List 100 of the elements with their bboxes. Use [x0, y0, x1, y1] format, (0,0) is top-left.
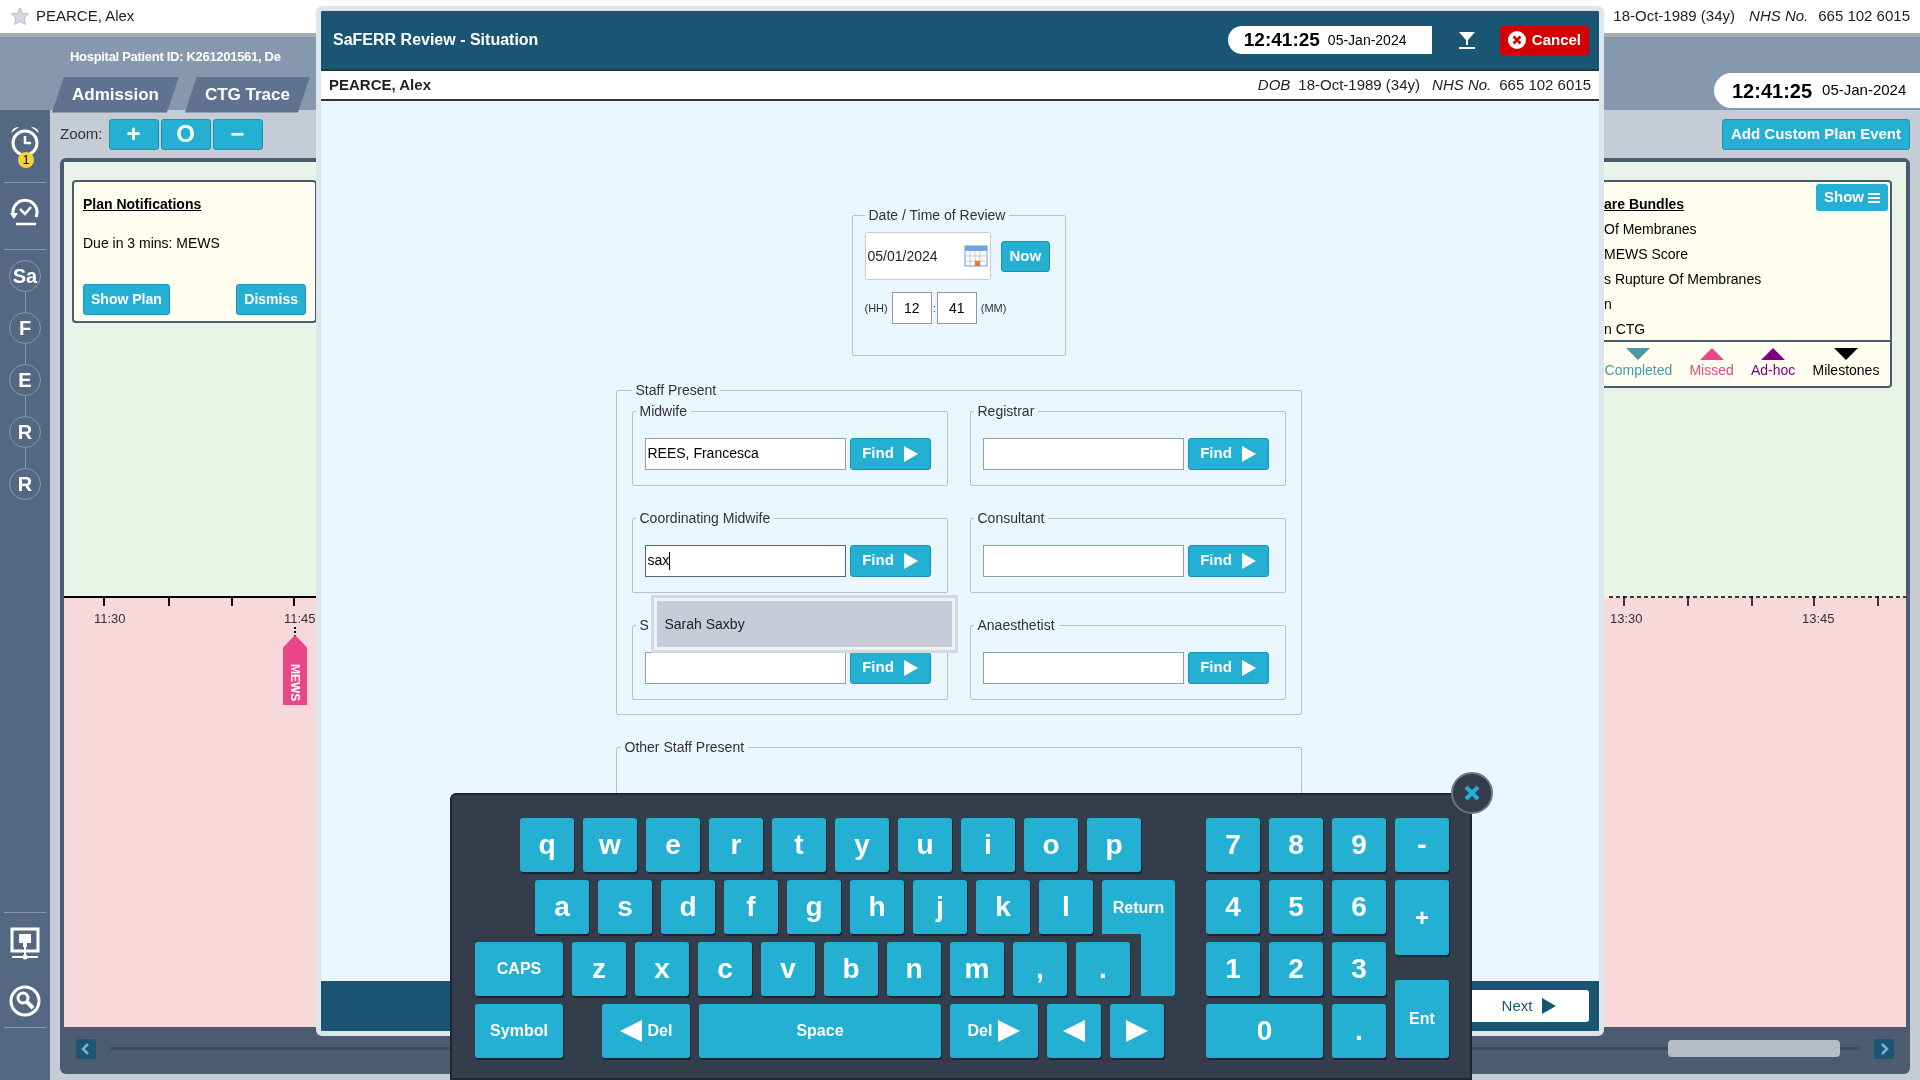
- calendar-icon[interactable]: [963, 245, 988, 267]
- key[interactable]: d: [661, 880, 715, 934]
- key[interactable]: b: [824, 942, 878, 996]
- key[interactable]: 7: [1206, 818, 1260, 872]
- care-bundle-item[interactable]: MEWS Score: [1604, 244, 1890, 265]
- key[interactable]: y: [835, 818, 889, 872]
- show-button[interactable]: Show: [1816, 184, 1888, 211]
- care-bundle-item[interactable]: s Rupture Of Membranes: [1604, 269, 1890, 290]
- key[interactable]: k: [976, 880, 1030, 934]
- key[interactable]: [1047, 1004, 1101, 1058]
- find-button[interactable]: Find: [1187, 544, 1269, 577]
- key[interactable]: h: [850, 880, 904, 934]
- section-node[interactable]: E: [9, 364, 41, 396]
- find-button[interactable]: Find: [1187, 437, 1269, 470]
- find-button[interactable]: Find: [849, 544, 931, 577]
- key[interactable]: 3: [1332, 942, 1386, 996]
- section-node[interactable]: F: [9, 312, 41, 344]
- key[interactable]: Del: [602, 1004, 690, 1058]
- section-node[interactable]: R: [9, 416, 41, 448]
- scroll-thumb[interactable]: [1668, 1040, 1840, 1057]
- key[interactable]: j: [913, 880, 967, 934]
- key[interactable]: m: [950, 942, 1004, 996]
- key[interactable]: v: [761, 942, 815, 996]
- key[interactable]: s: [598, 880, 652, 934]
- key[interactable]: .: [1076, 942, 1130, 996]
- name-field[interactable]: REES, Francesca: [644, 437, 846, 470]
- tab[interactable]: CTG Trace: [184, 76, 310, 113]
- key[interactable]: x: [635, 942, 689, 996]
- next-button[interactable]: Next: [1469, 990, 1589, 1022]
- section-node[interactable]: Sa: [9, 260, 41, 292]
- cancel-button[interactable]: Cancel: [1499, 25, 1589, 55]
- key[interactable]: 8: [1269, 818, 1323, 872]
- key[interactable]: z: [572, 942, 626, 996]
- key[interactable]: Symbol: [475, 1004, 563, 1058]
- key[interactable]: r: [709, 818, 763, 872]
- key[interactable]: 2: [1269, 942, 1323, 996]
- section-node[interactable]: R: [9, 468, 41, 500]
- find-button[interactable]: Find: [1187, 651, 1269, 684]
- tick-label: 11:45: [284, 610, 316, 628]
- name-field[interactable]: sax: [644, 544, 846, 577]
- care-bundle-item[interactable]: n: [1604, 294, 1890, 315]
- key[interactable]: n: [887, 942, 941, 996]
- key[interactable]: o: [1024, 818, 1078, 872]
- key[interactable]: Space: [699, 1004, 941, 1058]
- key[interactable]: 6: [1332, 880, 1386, 934]
- key[interactable]: 5: [1269, 880, 1323, 934]
- event-tag[interactable]: MEWS: [283, 635, 307, 705]
- key[interactable]: w: [583, 818, 637, 872]
- name-field[interactable]: [982, 651, 1184, 684]
- network-icon[interactable]: [10, 927, 40, 961]
- key[interactable]: g: [787, 880, 841, 934]
- zoom-button[interactable]: O: [160, 118, 211, 150]
- tab[interactable]: Admission: [52, 76, 179, 113]
- hour-field[interactable]: 12: [891, 292, 932, 324]
- legend-label: Missed: [1689, 360, 1734, 380]
- name-field[interactable]: [644, 651, 846, 684]
- key[interactable]: 1: [1206, 942, 1260, 996]
- key[interactable]: t: [772, 818, 826, 872]
- key[interactable]: .: [1332, 1004, 1386, 1058]
- key[interactable]: 0: [1206, 1004, 1323, 1058]
- key[interactable]: f: [724, 880, 778, 934]
- scroll-left-button[interactable]: [76, 1038, 96, 1059]
- key[interactable]: Ent: [1395, 980, 1449, 1058]
- key[interactable]: Del: [950, 1004, 1038, 1058]
- key[interactable]: -: [1395, 818, 1449, 872]
- autocomplete-option[interactable]: Sarah Saxby: [656, 601, 952, 647]
- key[interactable]: i: [961, 818, 1015, 872]
- zoom-button[interactable]: −: [212, 118, 263, 150]
- key[interactable]: ,: [1013, 942, 1067, 996]
- notification-button[interactable]: Dismiss: [236, 284, 306, 315]
- key[interactable]: e: [646, 818, 700, 872]
- key[interactable]: 4: [1206, 880, 1260, 934]
- alarm-clock-icon[interactable]: 1: [8, 124, 42, 170]
- filter-icon[interactable]: [1457, 31, 1476, 49]
- minute-field[interactable]: 41: [936, 292, 977, 324]
- key[interactable]: CAPS: [475, 942, 563, 996]
- notification-button[interactable]: Show Plan: [83, 284, 170, 315]
- history-clock-icon[interactable]: [8, 197, 42, 227]
- find-button[interactable]: Find: [849, 651, 931, 684]
- scroll-right-button[interactable]: [1874, 1038, 1894, 1059]
- key[interactable]: [1110, 1004, 1164, 1058]
- key[interactable]: l: [1039, 880, 1093, 934]
- key[interactable]: a: [535, 880, 589, 934]
- key[interactable]: +: [1395, 880, 1449, 955]
- key[interactable]: q: [520, 818, 574, 872]
- care-bundle-item[interactable]: Of Membranes: [1604, 219, 1890, 240]
- key[interactable]: u: [898, 818, 952, 872]
- key[interactable]: p: [1087, 818, 1141, 872]
- find-button[interactable]: Find: [849, 437, 931, 470]
- wrench-search-icon[interactable]: [9, 985, 41, 1017]
- key[interactable]: c: [698, 942, 752, 996]
- name-field[interactable]: [982, 544, 1184, 577]
- name-field[interactable]: [982, 437, 1184, 470]
- care-bundle-item[interactable]: n CTG: [1604, 319, 1890, 340]
- key[interactable]: 9: [1332, 818, 1386, 872]
- add-custom-plan-event-button[interactable]: Add Custom Plan Event: [1721, 118, 1910, 150]
- now-button[interactable]: Now: [1000, 240, 1051, 272]
- dialog-title: SaFERR Review - Situation: [333, 30, 539, 50]
- zoom-button[interactable]: +: [108, 118, 159, 150]
- date-field[interactable]: 05/01/2024: [864, 232, 991, 280]
